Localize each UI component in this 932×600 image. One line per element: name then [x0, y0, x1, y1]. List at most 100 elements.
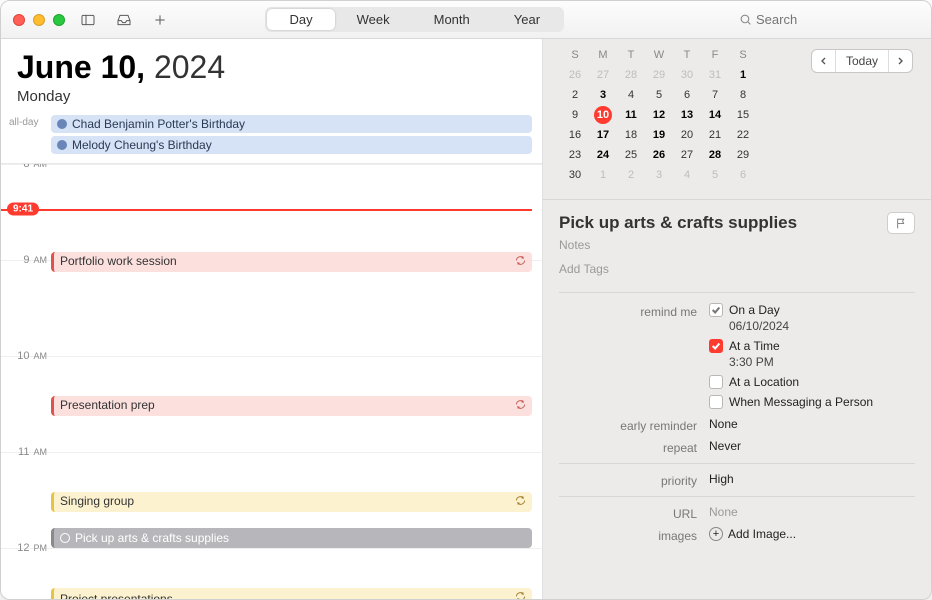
event-title: Portfolio work session [60, 254, 177, 268]
event-title: Singing group [60, 494, 134, 508]
hour-label: 10 AM [9, 350, 47, 362]
content-area: June 10, 2024 Monday all-day Chad Benjam… [1, 39, 931, 599]
mini-day[interactable]: 2 [617, 165, 645, 185]
on-a-day-checkbox[interactable]: On a Day [709, 303, 915, 317]
mini-day[interactable]: 20 [673, 125, 701, 145]
repeat-icon [515, 591, 526, 599]
mini-day[interactable]: 21 [701, 125, 729, 145]
close-window-button[interactable] [13, 14, 25, 26]
hour-label: 8 AM [9, 164, 47, 170]
mini-day[interactable]: 24 [589, 145, 617, 165]
view-year[interactable]: Year [492, 9, 562, 30]
tags-field[interactable]: Add Tags [559, 262, 915, 286]
mini-day[interactable]: 25 [617, 145, 645, 165]
reminder-detail: Pick up arts & crafts supplies Notes Add… [543, 199, 931, 599]
mini-day[interactable]: 6 [673, 85, 701, 105]
mini-day[interactable]: 26 [645, 145, 673, 165]
mini-day[interactable]: 30 [561, 165, 589, 185]
plus-circle-icon: + [709, 527, 723, 541]
mini-day[interactable]: 30 [673, 65, 701, 85]
sidebar-toggle-button[interactable] [75, 9, 101, 31]
prev-month-button[interactable] [812, 50, 835, 72]
mini-day[interactable]: 4 [673, 165, 701, 185]
calendar-event[interactable]: Portfolio work session [51, 252, 532, 272]
at-a-time-checkbox[interactable]: At a Time [709, 339, 915, 353]
mini-day[interactable]: 28 [701, 145, 729, 165]
search-input[interactable] [756, 12, 906, 27]
next-month-button[interactable] [889, 50, 912, 72]
url-value[interactable]: None [709, 505, 915, 519]
minimize-window-button[interactable] [33, 14, 45, 26]
priority-value[interactable]: High [709, 472, 915, 486]
view-month[interactable]: Month [412, 9, 492, 30]
calendar-event[interactable]: Pick up arts & crafts supplies [51, 528, 532, 548]
mini-day[interactable]: 9 [561, 105, 589, 125]
mini-day[interactable]: 8 [729, 85, 757, 105]
mini-day[interactable]: 6 [729, 165, 757, 185]
mini-day[interactable]: 29 [729, 145, 757, 165]
calendar-event[interactable]: Singing group [51, 492, 532, 512]
zoom-window-button[interactable] [53, 14, 65, 26]
mini-calendar[interactable]: SMTWTFS262728293031123456789101112131415… [561, 49, 757, 185]
view-day[interactable]: Day [267, 9, 334, 30]
at-location-checkbox[interactable]: At a Location [709, 375, 915, 389]
mini-day[interactable]: 2 [561, 85, 589, 105]
mini-day[interactable]: 13 [673, 105, 701, 125]
mini-day[interactable]: 26 [561, 65, 589, 85]
mini-day[interactable]: 17 [589, 125, 617, 145]
add-image-button[interactable]: + Add Image... [709, 527, 915, 541]
mini-day[interactable]: 15 [729, 105, 757, 125]
mini-dow: T [617, 49, 645, 65]
mini-day[interactable]: 31 [701, 65, 729, 85]
mini-day[interactable]: 5 [645, 85, 673, 105]
on-a-day-value[interactable]: 06/10/2024 [729, 319, 915, 333]
chevron-left-icon [819, 56, 828, 66]
flag-button[interactable] [887, 212, 915, 234]
mini-day[interactable]: 18 [617, 125, 645, 145]
mini-day[interactable]: 4 [617, 85, 645, 105]
mini-day[interactable]: 16 [561, 125, 589, 145]
all-day-event[interactable]: Chad Benjamin Potter's Birthday [51, 115, 532, 133]
remind-me-label: remind me [559, 303, 709, 319]
day-view: June 10, 2024 Monday all-day Chad Benjam… [1, 39, 543, 599]
check-icon [711, 305, 721, 315]
timeline[interactable]: 8 AM9 AM10 AM11 AM12 PM1 PM2 PM3 PM4 PM5… [1, 164, 542, 599]
mini-day[interactable]: 1 [729, 65, 757, 85]
mini-day[interactable]: 28 [617, 65, 645, 85]
mini-day[interactable]: 11 [617, 105, 645, 125]
search-field[interactable] [739, 9, 919, 31]
mini-day[interactable]: 1 [589, 165, 617, 185]
notes-field[interactable]: Notes [559, 238, 915, 252]
mini-day[interactable]: 22 [729, 125, 757, 145]
mini-day[interactable]: 10 [589, 105, 617, 125]
view-week[interactable]: Week [335, 9, 412, 30]
calendar-event[interactable]: Project presentations5 – 7 PM [51, 588, 532, 599]
mini-day[interactable]: 29 [645, 65, 673, 85]
repeat-value[interactable]: Never [709, 439, 915, 453]
mini-day[interactable]: 14 [701, 105, 729, 125]
day-header: June 10, 2024 Monday [1, 39, 542, 109]
mini-day[interactable]: 19 [645, 125, 673, 145]
inbox-button[interactable] [111, 9, 137, 31]
when-messaging-checkbox[interactable]: When Messaging a Person [709, 395, 915, 409]
mini-day[interactable]: 3 [645, 165, 673, 185]
mini-day[interactable]: 12 [645, 105, 673, 125]
titlebar: DayWeekMonthYear [1, 1, 931, 39]
mini-day[interactable]: 23 [561, 145, 589, 165]
check-icon [711, 341, 721, 351]
mini-day[interactable]: 3 [589, 85, 617, 105]
at-a-time-value[interactable]: 3:30 PM [729, 355, 915, 369]
repeat-icon [515, 495, 526, 506]
mini-day[interactable]: 27 [673, 145, 701, 165]
add-button[interactable] [147, 9, 173, 31]
early-reminder-value[interactable]: None [709, 417, 915, 431]
mini-day[interactable]: 7 [701, 85, 729, 105]
date-month-day: June 10, [17, 49, 145, 85]
mini-day[interactable]: 5 [701, 165, 729, 185]
current-time-indicator [1, 209, 532, 211]
mini-day[interactable]: 27 [589, 65, 617, 85]
reminder-title[interactable]: Pick up arts & crafts supplies [559, 213, 797, 233]
today-button[interactable]: Today [835, 50, 889, 72]
all-day-event[interactable]: Melody Cheung's Birthday [51, 136, 532, 154]
calendar-event[interactable]: Presentation prep [51, 396, 532, 416]
